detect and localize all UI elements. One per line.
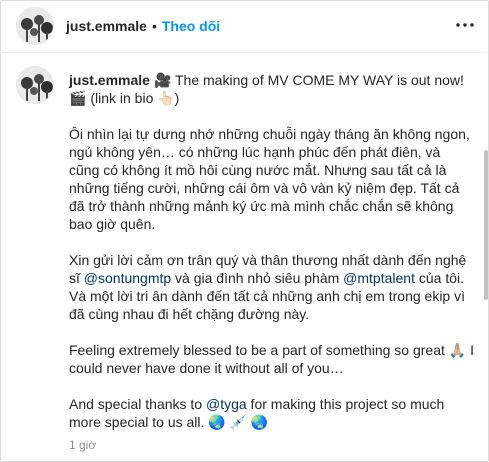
post-header: just.emmale • Theo dõi bbox=[0, 0, 487, 52]
avatar[interactable] bbox=[16, 66, 54, 104]
caption-avatar[interactable] bbox=[16, 66, 54, 104]
caption-paragraph-1: Ôi nhìn lại tự dưng nhớ những chuỗi ngày… bbox=[69, 126, 470, 232]
avatar-image bbox=[17, 8, 53, 44]
caption-text-segment: và gia đình nhỏ siêu phàm bbox=[171, 270, 344, 286]
scrollbar[interactable] bbox=[482, 52, 488, 462]
caption-text-segment: And special thanks to bbox=[69, 396, 206, 412]
caption-text: just.emmale 🎥 The making of MV COME MY WA… bbox=[69, 71, 474, 431]
caption-paragraph-4: And special thanks to @tyga for making t… bbox=[69, 395, 474, 431]
avatar[interactable] bbox=[16, 7, 54, 45]
more-options-button[interactable] bbox=[453, 13, 477, 37]
caption-intro: just.emmale 🎥 The making of MV COME MY WA… bbox=[69, 71, 474, 107]
header-divider bbox=[0, 52, 487, 53]
header-username[interactable]: just.emmale bbox=[66, 18, 147, 34]
separator-dot: • bbox=[151, 18, 157, 34]
ellipsis-icon bbox=[456, 23, 474, 27]
scrollbar-thumb[interactable] bbox=[484, 150, 488, 300]
caption-username[interactable]: just.emmale bbox=[69, 72, 150, 88]
mention-link[interactable]: @mtptalent bbox=[343, 270, 415, 286]
avatar-image bbox=[17, 67, 53, 103]
caption-paragraph-3: Feeling extremely blessed to be a part o… bbox=[69, 342, 474, 376]
mention-link[interactable]: @sontungmtp bbox=[84, 270, 171, 286]
mention-link[interactable]: @tyga bbox=[206, 396, 247, 412]
follow-button[interactable]: Theo dõi bbox=[162, 18, 220, 34]
caption-paragraph-2: Xin gửi lời cảm ơn trân quý và thân thươ… bbox=[69, 251, 474, 323]
post-timestamp[interactable]: 1 giờ bbox=[69, 438, 96, 452]
